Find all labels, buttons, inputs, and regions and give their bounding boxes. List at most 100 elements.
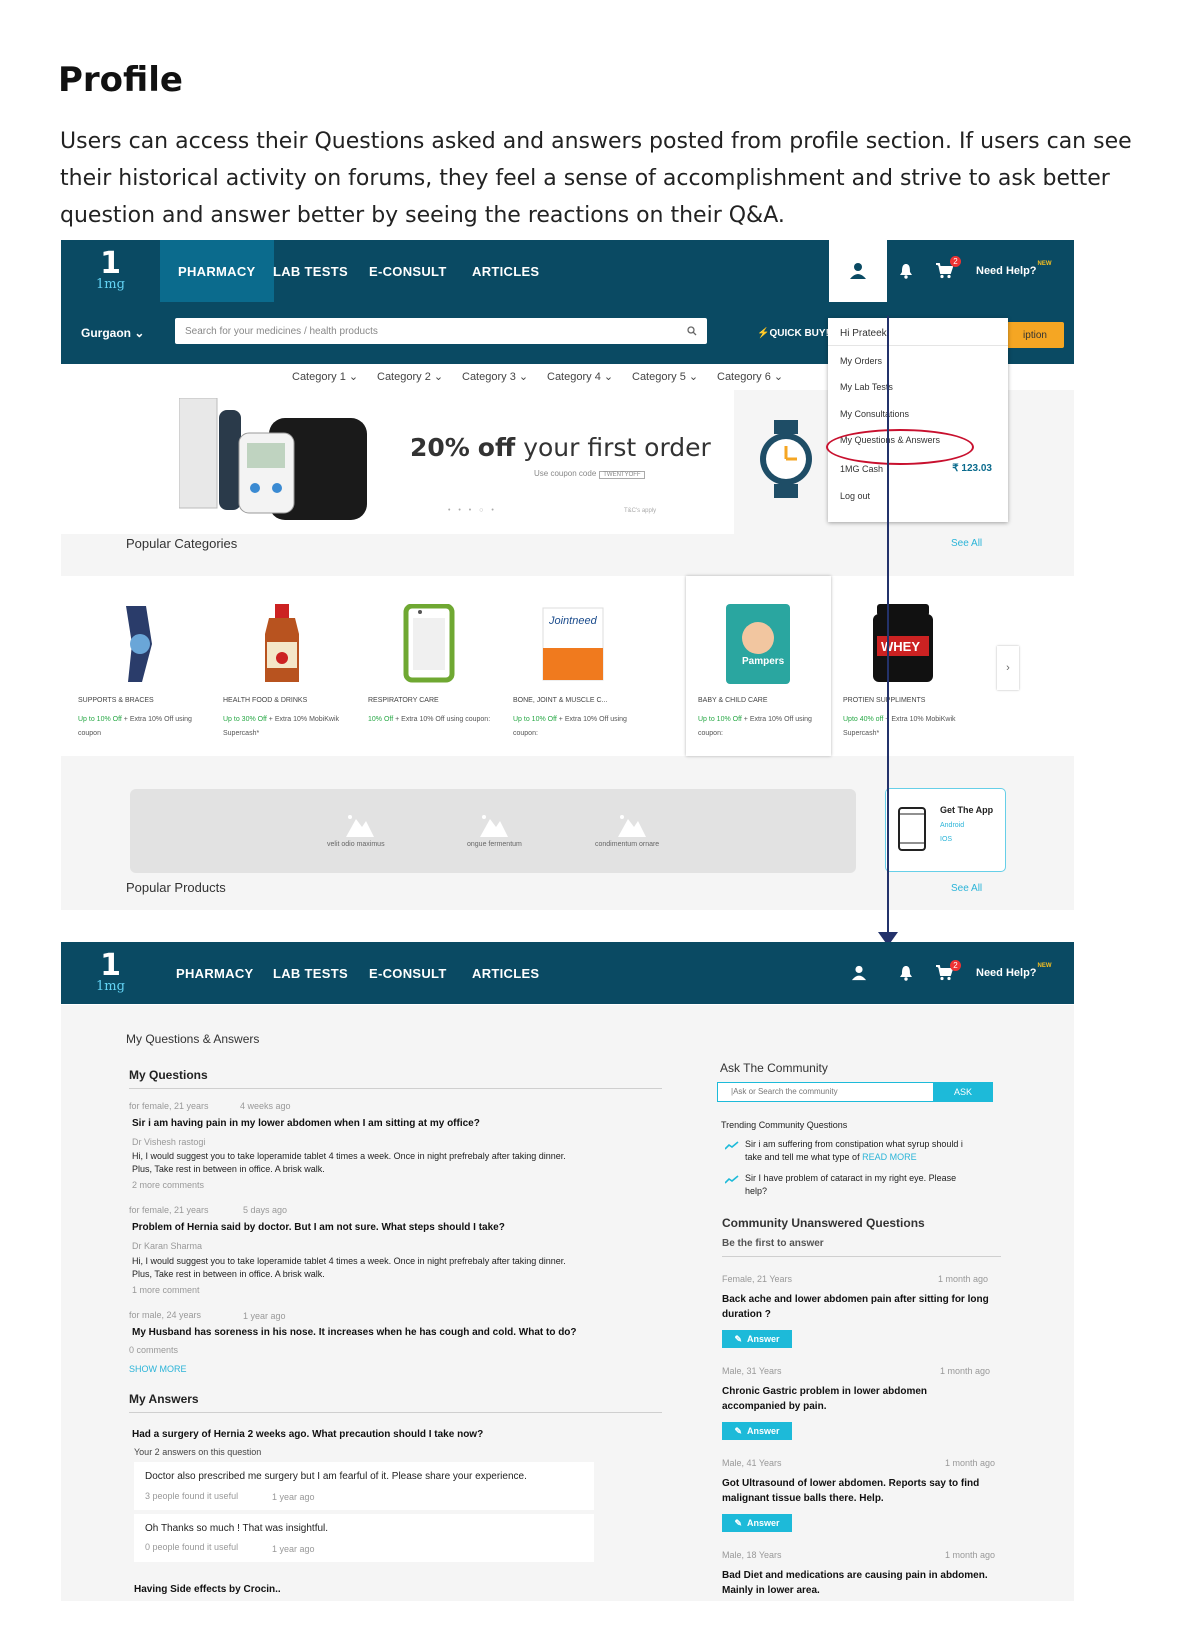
see-all-products-link[interactable]: See All <box>951 883 982 894</box>
read-more-link: READ MORE <box>862 1152 917 1162</box>
category-1[interactable]: Category 1 ⌄ <box>292 370 358 383</box>
quick-buy-button[interactable]: ⚡ QUICK BUY! <box>757 302 829 364</box>
image-placeholder-icon <box>346 815 374 837</box>
subscription-button[interactable]: iption <box>1006 322 1064 348</box>
my-questions-heading: My Questions <box>129 1068 208 1082</box>
air-purifier-image <box>403 604 455 683</box>
question-title[interactable]: Bad Diet and medications are causing pai… <box>722 1568 992 1601</box>
pencil-icon: ✎ <box>734 1333 742 1344</box>
trending-question[interactable]: Sir I have problem of cataract in my rig… <box>745 1172 965 1198</box>
question-title[interactable]: Got Ultrasound of lower abdomen. Reports… <box>722 1476 1007 1506</box>
search-input[interactable]: Search for your medicines / health produ… <box>175 318 707 344</box>
question-meta: Male, 31 Years <box>722 1366 782 1376</box>
get-app-card[interactable]: Get The App Android IOS <box>885 788 1006 872</box>
question-title[interactable]: Back ache and lower abdomen pain after s… <box>722 1292 992 1322</box>
doctor-name[interactable]: Dr Karan Sharma <box>132 1241 202 1251</box>
unanswered-title: Community Unanswered Questions <box>722 1216 925 1230</box>
menu-log-out[interactable]: Log out <box>840 491 870 501</box>
nav-articles[interactable]: ARTICLES <box>472 240 539 302</box>
cash-balance: ₹ 123.03 <box>952 463 992 474</box>
logo[interactable]: 1 1mg <box>61 240 160 302</box>
glucometer-image <box>179 398 367 520</box>
category-2[interactable]: Category 2 ⌄ <box>377 370 443 383</box>
cart-count-badge: 2 <box>950 256 961 267</box>
answer-button[interactable]: ✎ Answer <box>722 1514 792 1532</box>
answer-button[interactable]: ✎ Answer <box>722 1330 792 1348</box>
nav-pharmacy[interactable]: PHARMACY <box>176 942 254 1004</box>
category-3[interactable]: Category 3 ⌄ <box>462 370 528 383</box>
category-card[interactable]: Jointneed BONE, JOINT & MUSCLE C... Up t… <box>501 576 646 756</box>
comments-link[interactable]: 1 more comment <box>132 1285 200 1295</box>
category-card-selected[interactable]: Pampers BABY & CHILD CARE Up to 10% Off … <box>686 576 831 756</box>
nav-lab-tests[interactable]: LAB TESTS <box>273 942 348 1004</box>
question-title[interactable]: Problem of Hernia said by doctor. But I … <box>132 1222 505 1233</box>
answer-text: Hi, I would suggest you to take loperami… <box>132 1256 566 1279</box>
category-4[interactable]: Category 4 ⌄ <box>547 370 613 383</box>
ask-community-title: Ask The Community <box>720 1061 828 1075</box>
menu-1mg-cash[interactable]: 1MG Cash <box>840 464 883 474</box>
chevron-right-icon[interactable]: › <box>997 646 1019 690</box>
answer-button[interactable]: ✎ Answer <box>722 1422 792 1440</box>
question-meta: Female, 21 Years <box>722 1274 793 1284</box>
question-title[interactable]: Sir i am having pain in my lower abdomen… <box>132 1118 480 1129</box>
user-icon[interactable] <box>829 240 887 302</box>
carousel-dots[interactable]: • • • ○ • <box>448 507 497 514</box>
category-5[interactable]: Category 5 ⌄ <box>632 370 698 383</box>
bell-icon[interactable] <box>891 240 921 302</box>
nav-pharmacy[interactable]: PHARMACY <box>160 240 274 302</box>
nav-e-consult[interactable]: E-CONSULT <box>369 942 447 1004</box>
nav-articles[interactable]: ARTICLES <box>472 942 539 1004</box>
nav-e-consult[interactable]: E-CONSULT <box>369 240 447 302</box>
logo[interactable]: 1 1mg <box>61 942 160 1004</box>
answer-time: 1 year ago <box>272 1492 315 1502</box>
category-card[interactable]: HEALTH FOOD & DRINKS Up to 30% Off + Ext… <box>211 576 356 756</box>
page-title: My Questions & Answers <box>126 1032 260 1046</box>
see-all-categories-link[interactable]: See All <box>951 538 982 549</box>
popular-categories-title: Popular Categories <box>126 536 238 551</box>
slide-label: condimentum ornare <box>595 841 660 848</box>
comments-link[interactable]: 2 more comments <box>132 1180 204 1190</box>
popular-products-title: Popular Products <box>126 880 226 895</box>
trending-question[interactable]: Sir i am suffering from constipation wha… <box>745 1138 965 1164</box>
category-carousel: SUPPORTS & BRACES Up to 10% Off + Extra … <box>61 576 1074 756</box>
answered-question-title[interactable]: Having Side effects by Crocin.. <box>134 1584 281 1601</box>
menu-my-lab-tests[interactable]: My Lab Tests <box>840 382 893 392</box>
flow-arrow <box>887 316 889 936</box>
cart-icon[interactable] <box>929 942 959 1004</box>
highlight-circle <box>826 429 974 465</box>
nav-lab-tests[interactable]: LAB TESTS <box>273 240 348 302</box>
question-title[interactable]: Chronic Gastric problem in lower abdomen… <box>722 1384 992 1414</box>
chevron-down-icon: ⌄ <box>134 326 145 340</box>
bell-icon[interactable] <box>891 942 921 1004</box>
pencil-icon: ✎ <box>734 1425 742 1436</box>
menu-my-orders[interactable]: My Orders <box>840 356 882 366</box>
svg-text:Jointneed: Jointneed <box>548 615 598 627</box>
get-app-title: Get The App <box>940 805 994 815</box>
answers-count: Your 2 answers on this question <box>134 1447 262 1457</box>
show-more-link[interactable]: SHOW MORE <box>129 1364 187 1374</box>
comments-link[interactable]: 0 comments <box>129 1345 178 1355</box>
top-navbar: 1 1mg PHARMACY LAB TESTS E-CONSULT ARTIC… <box>61 240 1074 302</box>
city-selector[interactable]: Gurgaon ⌄ <box>81 302 144 364</box>
category-card[interactable]: RESPIRATORY CARE 10% Off + Extra 10% Off… <box>356 576 501 756</box>
answered-question-title[interactable]: Had a surgery of Hernia 2 weeks ago. Wha… <box>132 1429 483 1440</box>
cart-icon[interactable] <box>929 240 959 302</box>
doctor-name[interactable]: Dr Vishesh rastogi <box>132 1137 205 1147</box>
category-6[interactable]: Category 6 ⌄ <box>717 370 783 383</box>
category-card[interactable]: SUPPORTS & BRACES Up to 10% Off + Extra … <box>66 576 211 756</box>
useful-count: 3 people found it useful <box>145 1491 239 1501</box>
placeholder-slideshow[interactable]: velit odio maximus ongue fermentum condi… <box>130 789 856 873</box>
new-badge: NEW <box>1037 261 1052 267</box>
category-card[interactable]: WHEY PROTIEN SUPPLIMENTS Upto 40% off + … <box>831 576 976 756</box>
question-title[interactable]: My Husband has soreness in his nose. It … <box>132 1327 577 1338</box>
image-placeholder-icon <box>618 815 646 837</box>
need-help-link[interactable]: Need Help? NEW <box>976 942 1052 1004</box>
need-help-link[interactable]: Need Help? NEW <box>976 240 1052 302</box>
answer-card[interactable]: Oh Thanks so much ! That was insightful.… <box>134 1514 594 1562</box>
user-icon[interactable] <box>844 942 874 1004</box>
menu-my-consultations[interactable]: My Consultations <box>840 409 909 419</box>
android-link[interactable]: Android <box>940 822 964 829</box>
ask-button[interactable]: ASK <box>933 1082 993 1102</box>
ios-link[interactable]: IOS <box>940 836 952 843</box>
answer-card[interactable]: Doctor also prescribed me surgery but I … <box>134 1462 594 1510</box>
